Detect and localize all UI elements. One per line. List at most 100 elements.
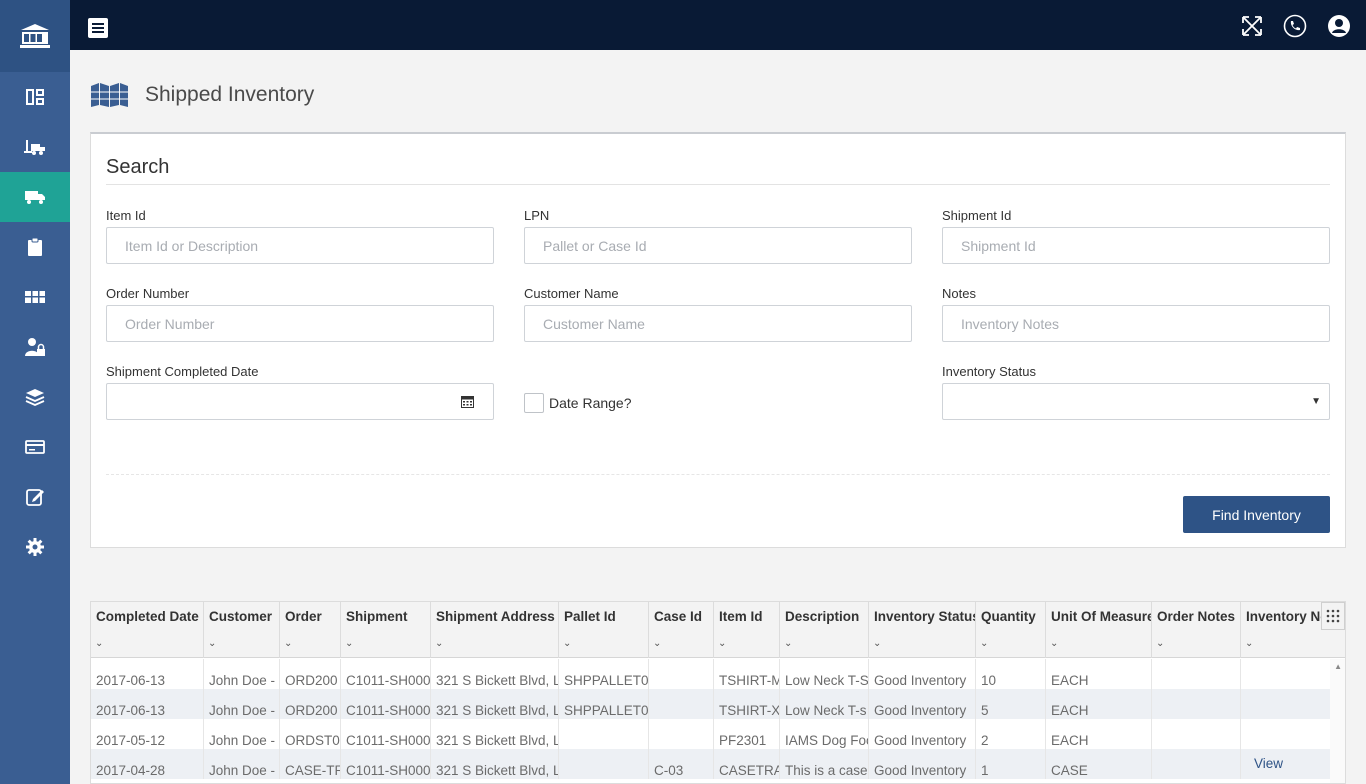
column-header-shipment-address[interactable]: Shipment Address ⌄ xyxy=(431,602,559,658)
expand-icon xyxy=(1242,16,1262,36)
column-header-customer[interactable]: Customer ⌄ xyxy=(204,602,280,658)
chevron-down-icon[interactable]: ⌄ xyxy=(435,638,443,649)
table-row[interactable]: 2017-04-28 John Doe - CASE-TR C1011-SH00… xyxy=(91,749,1331,779)
column-header-unit-of-measure[interactable]: Unit Of Measure ⌄ xyxy=(1046,602,1152,658)
table-row[interactable]: 2017-06-13 John Doe - ORD200 C1011-SH000… xyxy=(91,689,1331,719)
sidebar-item-warehouse[interactable] xyxy=(0,272,70,322)
user-profile-button[interactable] xyxy=(1327,14,1351,38)
cell-completed-date: 2017-05-12 xyxy=(91,719,204,749)
sidebar-item-reports[interactable] xyxy=(0,472,70,522)
completed-date-input[interactable] xyxy=(106,383,443,420)
cell-quantity: 5 xyxy=(976,689,1046,719)
chevron-down-icon[interactable]: ⌄ xyxy=(653,638,661,649)
calendar-icon xyxy=(461,396,474,408)
chevron-down-icon[interactable]: ⌄ xyxy=(95,638,103,649)
shipment-id-input[interactable] xyxy=(942,227,1330,264)
chevron-down-icon[interactable]: ⌄ xyxy=(1050,638,1058,649)
column-title: Pallet Id xyxy=(564,609,616,624)
grid-dots-icon xyxy=(1326,609,1340,623)
notes-label: Notes xyxy=(942,286,976,301)
sidebar-item-users[interactable] xyxy=(0,322,70,372)
menu-icon-line xyxy=(92,31,104,33)
vertical-scrollbar[interactable] xyxy=(1330,659,1345,783)
chevron-down-icon[interactable]: ⌄ xyxy=(718,638,726,649)
customer-name-input[interactable] xyxy=(524,305,912,342)
column-header-item-id[interactable]: Item Id ⌄ xyxy=(714,602,780,658)
sidebar-item-inventory[interactable] xyxy=(0,372,70,422)
cell-quantity: 2 xyxy=(976,719,1046,749)
grid-header: Completed Date ⌄ Customer ⌄ Order ⌄ Shipmen… xyxy=(91,602,1345,658)
cell-inventory-notes xyxy=(1241,689,1331,719)
cell-pallet-id xyxy=(559,749,649,779)
warehouse-logo-icon xyxy=(20,24,50,48)
top-bar xyxy=(70,0,1366,50)
item-id-input[interactable] xyxy=(106,227,494,264)
table-row[interactable]: 2017-06-13 John Doe - ORD200 C1011-SH000… xyxy=(91,659,1331,689)
column-header-order-notes[interactable]: Order Notes ⌄ xyxy=(1152,602,1241,658)
column-header-pallet-id[interactable]: Pallet Id ⌄ xyxy=(559,602,649,658)
order-number-input[interactable] xyxy=(106,305,494,342)
chevron-down-icon[interactable]: ⌄ xyxy=(208,638,216,649)
sidebar-item-settings[interactable] xyxy=(0,522,70,572)
column-header-order[interactable]: Order ⌄ xyxy=(280,602,341,658)
grid-menu-button[interactable] xyxy=(1321,602,1345,630)
chevron-down-icon[interactable]: ⌄ xyxy=(345,638,353,649)
date-picker-button[interactable] xyxy=(442,383,494,420)
column-header-quantity[interactable]: Quantity ⌄ xyxy=(976,602,1046,658)
page-header: Shipped Inventory xyxy=(90,80,314,110)
date-range-checkbox[interactable] xyxy=(524,393,544,413)
app-logo[interactable] xyxy=(0,0,70,72)
chevron-down-icon[interactable]: ⌄ xyxy=(784,638,792,649)
cell-shipment: C1011-SH0000 xyxy=(341,659,431,689)
cell-unit-of-measure: EACH xyxy=(1046,659,1152,689)
column-header-inventory-status[interactable]: Inventory Status ⌄ xyxy=(869,602,976,658)
cell-shipment: C1011-SH0000 xyxy=(341,719,431,749)
scroll-up-icon[interactable]: ▲ xyxy=(1334,662,1342,671)
cell-order-notes xyxy=(1152,659,1241,689)
chevron-down-icon[interactable]: ⌄ xyxy=(980,638,988,649)
lpn-input[interactable] xyxy=(524,227,912,264)
sidebar-item-shipping[interactable] xyxy=(0,172,70,222)
find-inventory-button[interactable]: Find Inventory xyxy=(1183,496,1330,533)
cell-order: CASE-TR xyxy=(280,749,341,779)
fullscreen-button[interactable] xyxy=(1240,14,1264,38)
cell-unit-of-measure: EACH xyxy=(1046,689,1152,719)
sidebar-item-receiving[interactable] xyxy=(0,122,70,172)
cell-shipment: C1011-SH0000 xyxy=(341,749,431,779)
support-button[interactable] xyxy=(1283,14,1307,38)
warehouse-icon xyxy=(25,291,45,303)
cell-quantity: 1 xyxy=(976,749,1046,779)
cell-customer: John Doe - xyxy=(204,719,280,749)
column-header-completed-date[interactable]: Completed Date ⌄ xyxy=(91,602,204,658)
view-notes-link[interactable]: View xyxy=(1241,749,1331,779)
date-range-label: Date Range? xyxy=(549,395,632,411)
menu-icon xyxy=(92,23,104,25)
sidebar-item-billing[interactable] xyxy=(0,422,70,472)
notes-input[interactable] xyxy=(942,305,1330,342)
cell-inventory-status: Good Inventory xyxy=(869,659,976,689)
chevron-down-icon[interactable]: ⌄ xyxy=(873,638,881,649)
inventory-status-select[interactable]: ▼ xyxy=(942,383,1330,420)
completed-date-label: Shipment Completed Date xyxy=(106,364,259,379)
menu-toggle-button[interactable] xyxy=(88,18,108,38)
cell-unit-of-measure: CASE xyxy=(1046,749,1152,779)
column-header-shipment[interactable]: Shipment ⌄ xyxy=(341,602,431,658)
column-title: Order xyxy=(285,609,322,624)
layers-icon xyxy=(25,389,45,406)
chevron-down-icon[interactable]: ⌄ xyxy=(284,638,292,649)
sidebar-item-dashboard[interactable] xyxy=(0,72,70,122)
chevron-down-icon[interactable]: ⌄ xyxy=(563,638,571,649)
column-title: Case Id xyxy=(654,609,703,624)
column-header-case-id[interactable]: Case Id ⌄ xyxy=(649,602,714,658)
column-title: Quantity xyxy=(981,609,1036,624)
order-number-label: Order Number xyxy=(106,286,190,301)
sidebar-item-orders[interactable] xyxy=(0,222,70,272)
column-header-description[interactable]: Description ⌄ xyxy=(780,602,869,658)
chevron-down-icon[interactable]: ⌄ xyxy=(1245,638,1253,649)
pallets-icon xyxy=(91,83,128,107)
table-row[interactable]: 2017-05-12 John Doe - ORDST0 C1011-SH000… xyxy=(91,719,1331,749)
chevron-down-icon[interactable]: ⌄ xyxy=(1156,638,1164,649)
cell-order-notes xyxy=(1152,749,1241,779)
phone-icon xyxy=(1283,14,1307,38)
cell-item-id: TSHIRT-M xyxy=(714,659,780,689)
